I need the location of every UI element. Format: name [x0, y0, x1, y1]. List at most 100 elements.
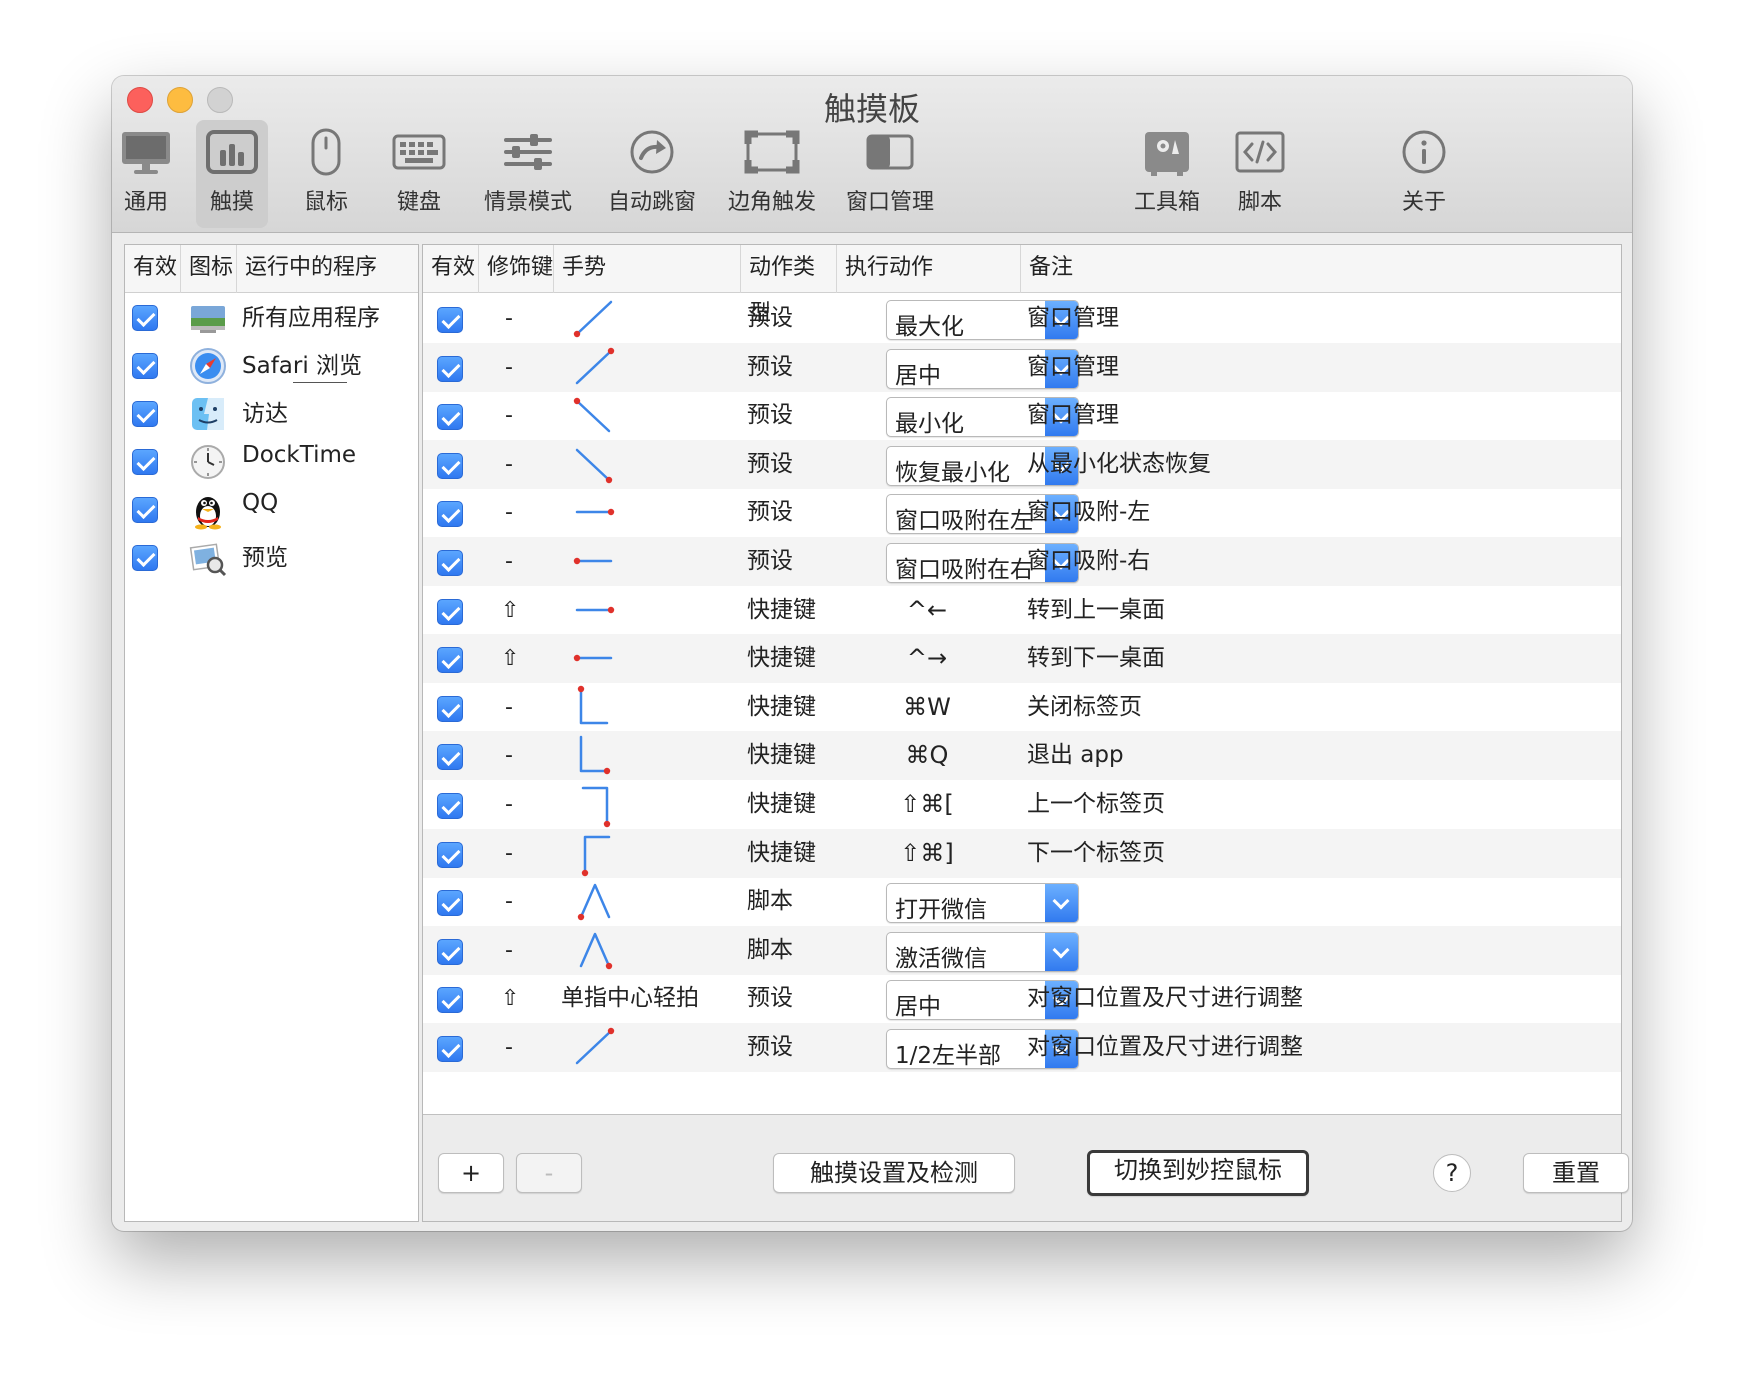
app-row[interactable]: 预览	[125, 534, 418, 582]
gesture-row[interactable]: - 预设 窗口吸附在左 窗口吸附-左	[423, 488, 1621, 537]
app-name: 预览	[242, 545, 288, 571]
app-name: Safari 浏览	[242, 353, 363, 379]
modifier-key: -	[505, 792, 513, 817]
gesture-enabled-checkbox[interactable]	[437, 501, 463, 528]
reset-button[interactable]: 重置	[1523, 1153, 1629, 1193]
toolbar-item-11[interactable]: 关于	[1394, 120, 1454, 228]
app-row[interactable]: Safari 浏览	[125, 342, 418, 390]
toolbar-item-4[interactable]: 键盘	[382, 120, 456, 228]
modifier-key: ⇧	[501, 597, 520, 623]
help-button[interactable]: ?	[1433, 1154, 1471, 1192]
modifier-key: -	[505, 403, 513, 429]
header-modifier[interactable]: 修饰键	[479, 245, 554, 293]
app-row[interactable]: 所有应用程序	[125, 294, 418, 342]
header-icon[interactable]: 图标	[181, 245, 237, 293]
gesture-row[interactable]: - 快捷键 ⇧⌘[上一个标签页	[423, 780, 1621, 829]
gesture-row[interactable]: ⇧ 快捷键 ^→ 转到下一桌面	[423, 634, 1621, 684]
gesture-enabled-checkbox[interactable]	[437, 550, 463, 576]
gesture-enabled-checkbox[interactable]	[437, 307, 463, 333]
toolbar-item-9[interactable]: 工具箱	[1124, 120, 1210, 228]
gesture-enabled-checkbox[interactable]	[437, 744, 463, 771]
app-row[interactable]: QQ	[125, 486, 418, 534]
header-action-type[interactable]: 动作类型	[741, 245, 837, 326]
gesture-enabled-checkbox[interactable]	[437, 695, 463, 722]
add-button[interactable]: +	[438, 1153, 504, 1193]
gesture-row[interactable]: - 预设 1/2左半部 对窗口位置及尺寸进行调整	[423, 1023, 1621, 1072]
app-row[interactable]: 访达	[125, 390, 418, 438]
remove-button[interactable]: -	[516, 1153, 582, 1193]
toolbar-item-3[interactable]: 鼠标	[296, 120, 356, 228]
gesture-enabled-checkbox[interactable]	[437, 598, 463, 625]
header-enabled[interactable]: 有效	[125, 245, 181, 293]
header-gesture[interactable]: 手势	[554, 245, 741, 293]
header-running-apps[interactable]: 运行中的程序	[237, 245, 418, 293]
header-note[interactable]: 备注	[1021, 245, 1621, 293]
action-type: 快捷键	[747, 645, 816, 672]
action-select[interactable]: 激活微信	[886, 931, 1079, 972]
trackpad-icon	[204, 128, 260, 176]
app-enabled-checkbox[interactable]	[132, 497, 158, 523]
apps-table: 有效 图标 运行中的程序 所有应用程序 Safari 浏览访达 DockTime QQ…	[124, 244, 419, 1222]
shortcut-keys: ⌘W	[903, 692, 951, 721]
touch-settings-button[interactable]: 触摸设置及检测	[773, 1153, 1015, 1193]
gesture-row[interactable]: - 快捷键 ⌘W 关闭标签页	[423, 683, 1621, 732]
header-enabled[interactable]: 有效	[423, 245, 479, 293]
gesture-enabled-checkbox[interactable]	[437, 452, 463, 479]
gesture-row[interactable]: - 脚本 打开微信	[423, 877, 1621, 926]
modifier-key: -	[505, 937, 513, 963]
gesture-row[interactable]: - 预设 最大化 窗口管理	[423, 294, 1621, 343]
gesture-stroke-icon	[577, 883, 611, 921]
toolbar-item-10[interactable]: 脚本	[1222, 120, 1298, 228]
toolbar-item-1[interactable]: 通用	[116, 120, 176, 228]
toolbar-item-8[interactable]: 窗口管理	[836, 120, 944, 228]
action-type: 预设	[747, 402, 793, 429]
gesture-row[interactable]: - 预设 居中 窗口管理	[423, 342, 1621, 392]
gesture-row[interactable]: - 脚本 激活微信	[423, 925, 1621, 975]
app-row[interactable]: DockTime	[125, 438, 418, 486]
app-enabled-checkbox[interactable]	[132, 305, 158, 331]
toolbar-item-6[interactable]: 自动跳窗	[600, 120, 704, 228]
gesture-enabled-checkbox[interactable]	[437, 793, 463, 819]
toolbar-item-2[interactable]: 触摸	[196, 120, 268, 228]
gesture-row[interactable]: - 快捷键 ⇧⌘] 下一个标签页	[423, 828, 1621, 878]
gesture-enabled-checkbox[interactable]	[437, 938, 463, 965]
gesture-enabled-checkbox[interactable]	[437, 404, 463, 431]
gesture-stroke-icon	[573, 300, 613, 338]
toolbar-item-5[interactable]: 情景模式	[476, 120, 580, 228]
toolbar-item-label: 鼠标	[303, 190, 348, 215]
gesture-enabled-checkbox[interactable]	[437, 1036, 463, 1062]
app-enabled-checkbox[interactable]	[132, 353, 158, 379]
header-action[interactable]: 执行动作	[837, 245, 1021, 293]
gesture-enabled-checkbox[interactable]	[437, 647, 463, 674]
app-enabled-checkbox[interactable]	[132, 401, 158, 427]
action-select-value: 恢复最小化	[895, 459, 1010, 486]
gesture-stroke-icon	[579, 932, 613, 969]
gesture-enabled-checkbox[interactable]	[437, 890, 463, 917]
note-text: 关闭标签页	[1027, 693, 1142, 720]
app-enabled-checkbox[interactable]	[132, 449, 158, 475]
modifier-key: -	[505, 889, 513, 915]
app-enabled-checkbox[interactable]	[132, 545, 158, 571]
gesture-row[interactable]: - 预设 恢复最小化 从最小化状态恢复	[423, 439, 1621, 489]
note-text: 窗口吸附-左	[1027, 499, 1151, 526]
gesture-row[interactable]: ⇧ 快捷键 ^← 转到上一桌面	[423, 586, 1621, 635]
toolbar-item-7[interactable]: 边角触发	[720, 120, 824, 228]
modifier-key: -	[505, 500, 513, 526]
gesture-enabled-checkbox[interactable]	[437, 841, 463, 868]
gesture-row[interactable]: - 快捷键 ⌘Q 退出 app	[423, 731, 1621, 781]
toolbar-item-label: 通用	[123, 190, 168, 215]
gesture-enabled-checkbox[interactable]	[437, 987, 463, 1014]
app-name: 所有应用程序	[242, 305, 380, 331]
action-select[interactable]: 打开微信	[886, 883, 1079, 924]
gestures-table: 有效 修饰键 手势 动作类型 执行动作 备注 - 预设 最大化 窗口管理 - 预设 居中 窗口…	[423, 245, 1621, 1115]
gesture-row[interactable]: - 预设 最小化 窗口管理	[423, 391, 1621, 440]
gesture-stroke-icon	[575, 509, 615, 516]
row-separator	[293, 382, 347, 383]
switch-to-magic-mouse-button[interactable]: 切换到妙控鼠标	[1087, 1150, 1309, 1196]
gesture-enabled-checkbox[interactable]	[437, 355, 463, 382]
title-bar: 触摸板 通用 触摸 鼠标 键盘 情景模式 自动跳窗 边角触发 窗口管理 工具箱 脚本 关于	[112, 76, 1632, 233]
action-select-value: 1/2左半部	[895, 1043, 1002, 1069]
gesture-stroke-icon	[573, 654, 613, 662]
gesture-row[interactable]: - 预设 窗口吸附在右 窗口吸附-右	[423, 537, 1621, 586]
gesture-row[interactable]: ⇧ 单指中心轻拍 预设 居中 对窗口位置及尺寸进行调整	[423, 974, 1621, 1023]
